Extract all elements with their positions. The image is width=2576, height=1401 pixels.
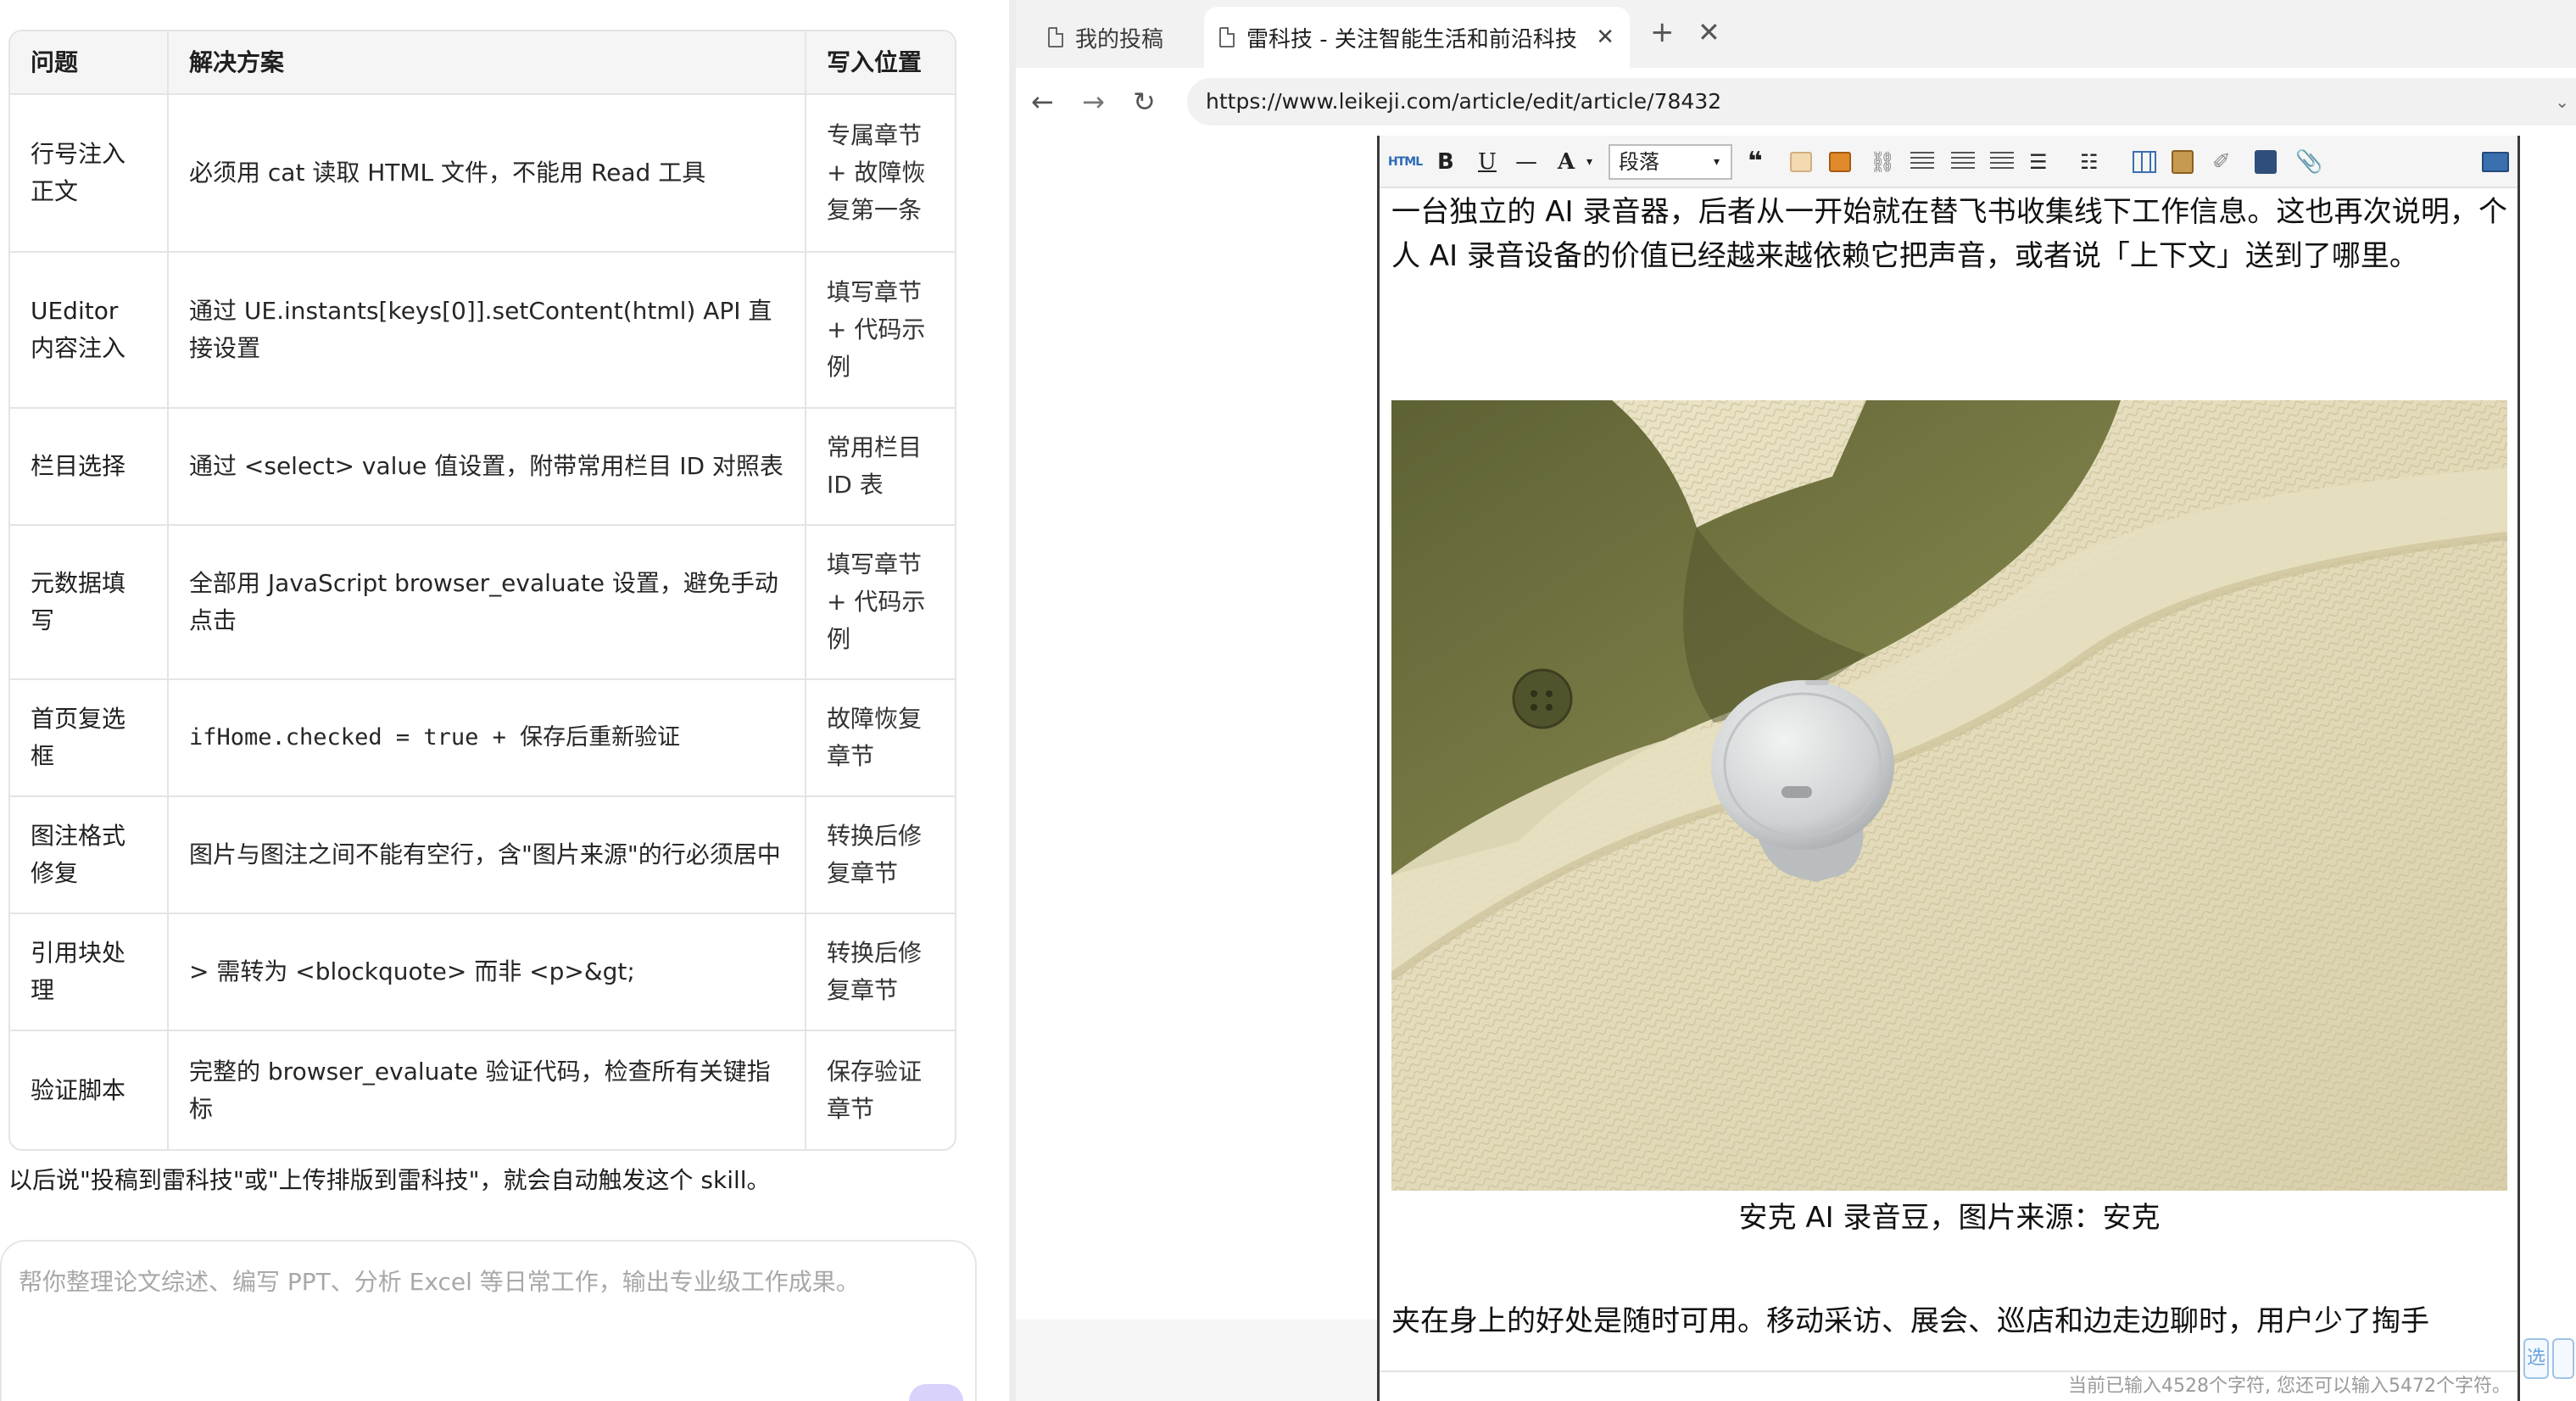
cell-location: 常用栏目 ID 表: [806, 408, 955, 526]
image-icon[interactable]: [1790, 152, 1812, 172]
table-row: UEditor 内容注入 通过 UE.instants[keys[0]].set…: [10, 252, 955, 409]
editor-toolbar: HTML B U — A ▾ 段落 ▾ ❝ ⛓ ☰ ☷ ✐ 📎: [1380, 136, 2517, 188]
blockquote-button[interactable]: ❝: [1748, 146, 1763, 178]
skill-summary-table: 问题 解决方案 写入位置 行号注入正文 必须用 cat 读取 HTML 文件，不…: [8, 30, 956, 1151]
chevron-down-icon[interactable]: ⌄: [2555, 85, 2569, 119]
cell-solution: 全部用 JavaScript browser_evaluate 设置，避免手动点…: [168, 525, 806, 680]
cell-problem: 首页复选框: [10, 679, 169, 797]
page-background-strip: [1016, 1320, 1377, 1401]
tab-title: 雷科技 - 关注智能生活和前沿科技: [1246, 26, 1577, 53]
cell-solution: 完整的 browser_evaluate 验证代码，检查所有关键指标: [168, 1030, 806, 1149]
cell-problem: UEditor 内容注入: [10, 252, 169, 409]
character-count-status: 当前已输入4528个字符, 您还可以输入5472个字符。: [1380, 1370, 2517, 1401]
cell-location: 填写章节 + 代码示例: [806, 252, 955, 409]
header-location: 写入位置: [806, 31, 955, 95]
chevron-down-icon[interactable]: ▾: [1586, 146, 1592, 178]
header-problem: 问题: [10, 31, 169, 95]
font-color-button[interactable]: A: [1558, 146, 1575, 178]
back-arrow-icon[interactable]: ←: [1031, 85, 1054, 119]
tab-leikeji-editor[interactable]: 雷科技 - 关注智能生活和前沿科技 ✕: [1204, 7, 1630, 68]
numbered-list-icon[interactable]: ☷: [2080, 146, 2099, 178]
recorder-photo: [1391, 400, 2507, 1191]
cell-problem: 图注格式修复: [10, 796, 169, 914]
html-source-button[interactable]: HTML: [1388, 146, 1423, 178]
pane-divider[interactable]: [1009, 0, 1016, 1401]
document-icon: [1219, 27, 1235, 47]
align-center-icon[interactable]: [1990, 152, 2014, 172]
link-icon[interactable]: ⛓: [1870, 146, 1895, 178]
horizontal-rule-button[interactable]: —: [1515, 146, 1537, 178]
header-solution: 解决方案: [168, 31, 806, 95]
cell-solution: 必须用 cat 读取 HTML 文件，不能用 Read 工具: [168, 94, 806, 253]
side-widget[interactable]: 选: [2523, 1338, 2574, 1384]
cell-location: 专属章节 + 故障恢复第一条: [806, 94, 955, 253]
chat-input[interactable]: [19, 1265, 951, 1299]
skill-trigger-note: 以后说"投稿到雷科技"或"上传排版到雷科技"，就会自动触发这个 skill。: [8, 1166, 771, 1194]
cell-location: 故障恢复章节: [806, 679, 955, 797]
skill-table-grid: 问题 解决方案 写入位置 行号注入正文 必须用 cat 读取 HTML 文件，不…: [10, 31, 955, 1149]
forward-arrow-icon[interactable]: →: [1082, 85, 1105, 119]
table-row: 元数据填写 全部用 JavaScript browser_evaluate 设置…: [10, 525, 955, 680]
cell-location: 转换后修复章节: [806, 796, 955, 914]
document-icon: [1048, 27, 1063, 47]
chat-pane: 问题 解决方案 写入位置 行号注入正文 必须用 cat 读取 HTML 文件，不…: [0, 0, 1009, 1401]
cell-location: 填写章节 + 代码示例: [806, 525, 955, 680]
cell-solution: 图片与图注之间不能有空行，含"图片来源"的行必须居中: [168, 796, 806, 914]
chat-input-container[interactable]: [0, 1240, 977, 1401]
cell-problem: 引用块处理: [10, 913, 169, 1031]
table-icon[interactable]: [2133, 151, 2156, 173]
side-widget-button[interactable]: [2552, 1338, 2574, 1379]
table-row: 首页复选框 ifHome.checked = true + 保存后重新验证 故障…: [10, 679, 955, 797]
chevron-down-icon[interactable]: ▾: [1714, 146, 1720, 178]
underline-button[interactable]: U: [1478, 146, 1497, 178]
close-window-icon[interactable]: ✕: [1698, 17, 1720, 47]
insert-image-icon[interactable]: [1829, 152, 1851, 172]
cell-location: 转换后修复章节: [806, 913, 955, 1031]
eraser-icon[interactable]: ✐: [2212, 146, 2231, 178]
tab-title: 我的投稿: [1075, 26, 1164, 53]
paste-icon[interactable]: [2172, 150, 2194, 174]
tab-strip: 我的投稿 雷科技 - 关注智能生活和前沿科技 ✕ + ✕: [1016, 0, 2576, 68]
save-icon[interactable]: [2255, 150, 2277, 174]
cell-solution: 通过 <select> value 值设置，附带常用栏目 ID 对照表: [168, 408, 806, 526]
address-bar[interactable]: https://www.leikeji.com/article/edit/art…: [1187, 78, 2576, 126]
table-header-row: 问题 解决方案 写入位置: [10, 31, 955, 95]
reload-icon[interactable]: ↻: [1133, 85, 1156, 119]
new-tab-icon[interactable]: +: [1650, 17, 1675, 47]
bulleted-list-icon[interactable]: ☰: [2029, 146, 2048, 178]
tab-my-posts[interactable]: 我的投稿: [1033, 7, 1185, 68]
cell-solution: 通过 UE.instants[keys[0]].setContent(html)…: [168, 252, 806, 409]
side-widget-button[interactable]: 选: [2523, 1338, 2549, 1379]
cell-problem: 栏目选择: [10, 408, 169, 526]
table-row: 引用块处理 > 需转为 <blockquote> 而非 <p>&gt; 转换后修…: [10, 913, 955, 1031]
article-paragraph[interactable]: 一台独立的 AI 录音器，后者从一开始就在替飞书收集线下工作信息。这也再次说明，…: [1391, 190, 2507, 278]
align-right-icon[interactable]: [1951, 152, 1975, 172]
attachment-icon[interactable]: 📎: [2295, 146, 2322, 178]
fullscreen-icon[interactable]: [2482, 152, 2509, 172]
cell-solution: > 需转为 <blockquote> 而非 <p>&gt;: [168, 913, 806, 1031]
article-image[interactable]: [1391, 400, 2507, 1191]
cell-problem: 元数据填写: [10, 525, 169, 680]
align-left-icon[interactable]: [1910, 152, 1934, 172]
bold-button[interactable]: B: [1437, 146, 1454, 178]
url-text[interactable]: https://www.leikeji.com/article/edit/art…: [1206, 85, 1721, 119]
navigation-bar: ← → ↻ https://www.leikeji.com/article/ed…: [1016, 68, 2576, 136]
browser-window: 我的投稿 雷科技 - 关注智能生活和前沿科技 ✕ + ✕ ← → ↻ https…: [1016, 0, 2576, 1401]
table-row: 栏目选择 通过 <select> value 值设置，附带常用栏目 ID 对照表…: [10, 408, 955, 526]
table-row: 验证脚本 完整的 browser_evaluate 验证代码，检查所有关键指标 …: [10, 1030, 955, 1149]
ueditor: HTML B U — A ▾ 段落 ▾ ❝ ⛓ ☰ ☷ ✐ 📎 一台独立的 AI…: [1377, 136, 2520, 1401]
editor-content-area[interactable]: 一台独立的 AI 录音器，后者从一开始就在替飞书收集线下工作信息。这也再次说明，…: [1391, 188, 2507, 1350]
cell-problem: 验证脚本: [10, 1030, 169, 1149]
page-viewport: HTML B U — A ▾ 段落 ▾ ❝ ⛓ ☰ ☷ ✐ 📎 一台独立的 AI…: [1016, 136, 2576, 1401]
table-row: 图注格式修复 图片与图注之间不能有空行，含"图片来源"的行必须居中 转换后修复章…: [10, 796, 955, 914]
send-button[interactable]: [909, 1384, 963, 1401]
article-paragraph[interactable]: 夹在身上的好处是随时可用。移动采访、展会、巡店和边走边聊时，用户少了掏手: [1391, 1299, 2507, 1343]
cell-solution: ifHome.checked = true + 保存后重新验证: [168, 679, 806, 797]
table-row: 行号注入正文 必须用 cat 读取 HTML 文件，不能用 Read 工具 专属…: [10, 94, 955, 253]
cell-location: 保存验证章节: [827, 1057, 923, 1123]
image-caption[interactable]: 安克 AI 录音豆，图片来源：安克: [1391, 1196, 2507, 1240]
cell-problem: 行号注入正文: [10, 94, 169, 253]
close-tab-icon[interactable]: ✕: [1596, 25, 1614, 49]
